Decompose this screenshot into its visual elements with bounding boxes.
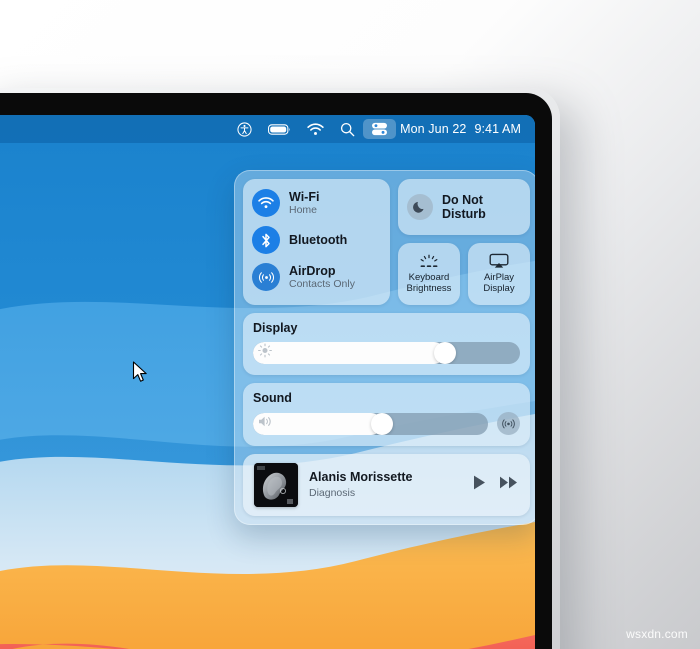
- now-playing-card[interactable]: Alanis Morissette Diagnosis: [243, 454, 530, 516]
- sound-slider[interactable]: [253, 412, 488, 435]
- bluetooth-title: Bluetooth: [289, 233, 348, 247]
- album-artwork-image: [254, 463, 298, 507]
- sound-slider-row: [253, 412, 520, 435]
- cursor-glyph: [132, 361, 147, 382]
- screenshot-stage: Mon Jun 22 9:41 AM Wi-Fi Home Bluetooth …: [0, 0, 700, 649]
- now-playing-controls: [472, 474, 519, 496]
- accessibility-glyph: [237, 121, 252, 137]
- airplay-display-tile[interactable]: AirPlay Display: [468, 243, 530, 305]
- airdrop-title: AirDrop: [289, 263, 336, 278]
- moon-icon: [407, 194, 433, 220]
- accessibility-icon[interactable]: [229, 119, 260, 139]
- sound-label: Sound: [253, 391, 292, 405]
- airplay-audio-button[interactable]: [497, 412, 520, 435]
- keyboard-brightness-line-2: Brightness: [406, 282, 452, 294]
- bluetooth-text: Bluetooth: [289, 233, 347, 247]
- fast-forward-button[interactable]: [499, 474, 519, 496]
- control-center-panel: Wi-Fi Home Bluetooth AirDrop Contacts On…: [234, 170, 535, 525]
- airdrop-icon: [252, 263, 280, 291]
- display-label: Display: [253, 321, 298, 335]
- sound-card: Sound: [243, 383, 530, 446]
- airdrop-subtitle: Contacts Only: [289, 277, 355, 290]
- speaker-icon: [258, 414, 274, 433]
- connectivity-card: Wi-Fi Home Bluetooth AirDrop Contacts On…: [243, 179, 390, 305]
- dnd-line-2: Disturb: [442, 207, 486, 221]
- menu-bar: Mon Jun 22 9:41 AM: [0, 115, 535, 143]
- battery-icon[interactable]: [260, 119, 299, 139]
- battery-glyph: [268, 123, 291, 135]
- menubar-time: 9:41 AM: [474, 122, 521, 136]
- search-glyph: [341, 122, 355, 136]
- keyboard-brightness-tile[interactable]: Keyboard Brightness: [398, 243, 460, 305]
- control-center-glyph: [372, 122, 388, 136]
- airplay-audio-icon: [502, 419, 515, 429]
- display-slider[interactable]: [253, 342, 520, 364]
- do-not-disturb-toggle[interactable]: Do Not Disturb: [398, 179, 530, 235]
- fast-forward-icon: [500, 476, 517, 489]
- display-slider-knob[interactable]: [434, 342, 457, 364]
- menubar-date: Mon Jun 22: [400, 122, 467, 136]
- search-icon[interactable]: [332, 119, 363, 139]
- keyboard-brightness-label: Keyboard Brightness: [405, 271, 454, 295]
- wifi-toggle[interactable]: Wi-Fi Home: [252, 189, 380, 217]
- airdrop-glyph: [258, 271, 274, 283]
- keyboard-brightness-icon: [420, 254, 438, 267]
- control-center-right-column: Do Not Disturb Keyboard Brightness AirPl…: [398, 179, 530, 305]
- wifi-subtitle: Home: [289, 203, 318, 216]
- bluetooth-toggle[interactable]: Bluetooth: [252, 226, 380, 254]
- play-icon: [474, 475, 485, 490]
- display-slider-fill: [253, 342, 446, 364]
- wifi-title: Wi-Fi: [289, 189, 320, 204]
- speaker-glyph: [259, 416, 271, 426]
- do-not-disturb-label: Do Not Disturb: [442, 193, 486, 222]
- laptop-screen: Mon Jun 22 9:41 AM Wi-Fi Home Bluetooth …: [0, 115, 535, 649]
- control-center-icon[interactable]: [363, 119, 397, 139]
- mini-tiles-row: Keyboard Brightness AirPlay Display: [398, 243, 530, 305]
- now-playing-artist: Alanis Morissette: [309, 470, 413, 485]
- moon-glyph: [413, 201, 424, 213]
- now-playing-album: Diagnosis: [309, 487, 356, 500]
- album-artwork: [254, 463, 298, 507]
- bluetooth-glyph: [262, 233, 270, 247]
- wifi-glyph: [307, 122, 324, 135]
- wifi-text: Wi-Fi Home: [289, 190, 319, 217]
- brightness-glyph: [258, 343, 272, 358]
- dnd-line-1: Do Not: [442, 192, 483, 207]
- wifi-icon[interactable]: [299, 119, 332, 139]
- now-playing-text: Alanis Morissette Diagnosis: [309, 470, 461, 499]
- bluetooth-icon: [252, 226, 280, 254]
- display-slider-row: [253, 342, 520, 364]
- wifi-glyph: [258, 197, 274, 209]
- play-button[interactable]: [472, 474, 487, 496]
- sound-slider-knob[interactable]: [371, 412, 394, 435]
- keyboard-brightness-line-1: Keyboard: [408, 271, 450, 283]
- watermark: wsxdn.com: [626, 627, 688, 641]
- display-card: Display: [243, 313, 530, 375]
- airplay-display-line-2: Display: [483, 283, 515, 294]
- airdrop-toggle[interactable]: AirDrop Contacts Only: [252, 263, 380, 291]
- wifi-icon: [252, 189, 280, 217]
- airplay-display-icon: [489, 253, 509, 268]
- mouse-pointer-icon: [132, 361, 149, 389]
- brightness-icon: [258, 343, 272, 363]
- airdrop-text: AirDrop Contacts Only: [289, 264, 355, 291]
- airplay-display-label: AirPlay Display: [481, 272, 516, 295]
- control-center-top-row: Wi-Fi Home Bluetooth AirDrop Contacts On…: [243, 179, 530, 305]
